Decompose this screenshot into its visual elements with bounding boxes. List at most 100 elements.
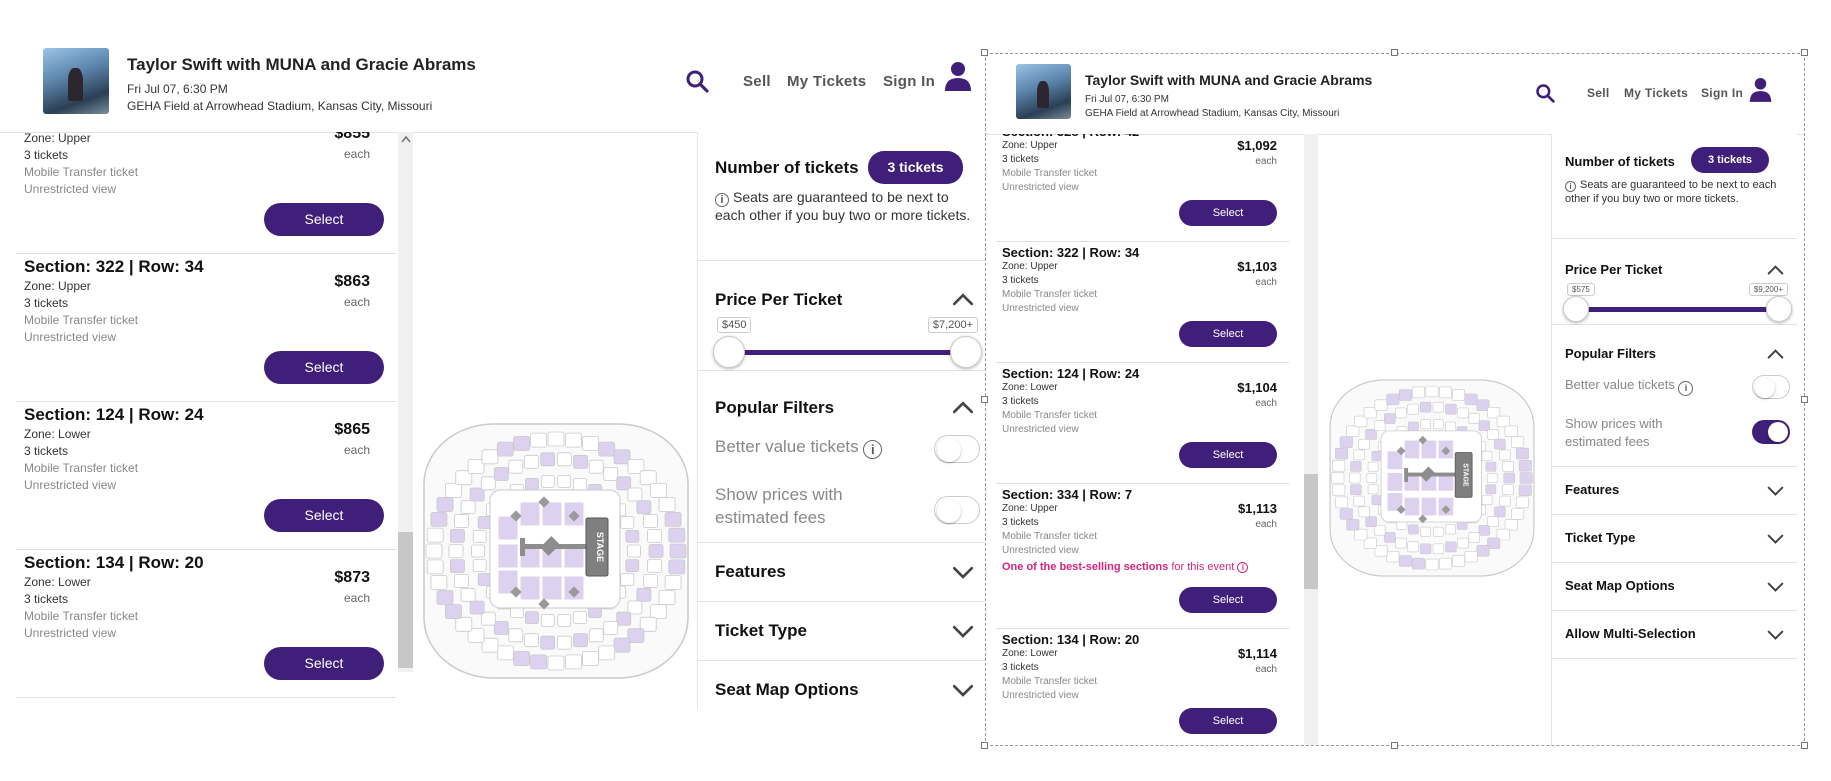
map-section[interactable] [547, 655, 565, 671]
map-section[interactable] [1425, 385, 1439, 398]
map-section[interactable] [1374, 399, 1388, 411]
map-section[interactable] [1331, 472, 1345, 484]
map-section[interactable] [455, 616, 473, 632]
map-section[interactable] [636, 500, 652, 515]
map-section[interactable] [1420, 419, 1431, 430]
map-section[interactable] [477, 516, 492, 529]
map-section[interactable] [469, 487, 485, 502]
map-section[interactable] [616, 476, 632, 491]
map-section[interactable] [513, 651, 530, 666]
map-section[interactable] [1395, 537, 1407, 549]
select-button[interactable]: Select [264, 351, 384, 384]
map-section[interactable] [547, 431, 565, 447]
map-section[interactable] [1445, 421, 1456, 432]
map-section[interactable] [1511, 508, 1525, 520]
ticket-type-section[interactable]: Ticket Type [1552, 514, 1797, 563]
resize-handle[interactable] [981, 396, 988, 403]
map-section[interactable] [425, 543, 443, 559]
show-fees-toggle[interactable] [934, 496, 980, 524]
map-section[interactable] [1499, 449, 1511, 461]
map-section[interactable] [472, 530, 487, 543]
map-section[interactable] [648, 544, 664, 558]
map-section[interactable] [1438, 557, 1452, 570]
map-section[interactable] [541, 575, 563, 601]
map-section[interactable] [1407, 403, 1419, 415]
chevron-up-icon[interactable] [952, 293, 974, 306]
map-section[interactable] [1412, 386, 1426, 399]
map-section[interactable] [1403, 496, 1421, 517]
map-section[interactable] [668, 527, 686, 543]
scroll-thumb[interactable] [398, 532, 413, 668]
map-section[interactable] [613, 637, 631, 653]
map-section[interactable] [664, 512, 682, 527]
sign-in-link[interactable]: Sign In [883, 73, 935, 90]
features-section[interactable]: Features [698, 542, 990, 602]
select-button[interactable]: Select [1179, 442, 1277, 468]
map-section[interactable] [1468, 532, 1480, 543]
map-section[interactable] [1339, 436, 1353, 448]
map-section[interactable] [1504, 519, 1518, 531]
resize-handle[interactable] [1391, 742, 1398, 749]
allow-multi-selection-section[interactable]: Allow Multi-Selection [1552, 610, 1797, 659]
map-section[interactable] [530, 654, 547, 670]
map-section[interactable] [1494, 438, 1506, 450]
map-section[interactable] [513, 436, 530, 451]
map-section[interactable] [1358, 438, 1370, 450]
map-section[interactable] [1432, 401, 1445, 413]
map-section[interactable] [557, 475, 572, 488]
map-section[interactable] [1485, 461, 1497, 472]
map-section[interactable] [1433, 419, 1444, 430]
map-section[interactable] [525, 478, 539, 491]
map-section[interactable] [449, 559, 465, 574]
map-section[interactable] [524, 454, 539, 469]
ticket-count-pill[interactable]: 3 tickets [1691, 147, 1769, 173]
map-section[interactable] [627, 487, 643, 502]
map-section[interactable] [525, 611, 539, 625]
map-section[interactable] [1395, 407, 1407, 419]
map-section[interactable] [449, 529, 465, 543]
map-section[interactable] [1515, 496, 1529, 509]
map-section[interactable] [1339, 508, 1353, 520]
scroll-up-icon[interactable] [401, 135, 411, 143]
map-section[interactable] [1478, 420, 1490, 432]
resize-handle[interactable] [981, 49, 988, 56]
seat-map-options-section[interactable]: Seat Map Options [1552, 562, 1797, 611]
map-section[interactable] [519, 501, 541, 527]
map-section[interactable] [573, 478, 588, 491]
map-section[interactable] [1332, 460, 1346, 472]
map-section[interactable] [1457, 537, 1469, 549]
map-section[interactable] [1511, 436, 1525, 448]
map-section[interactable] [493, 467, 509, 481]
map-section[interactable] [1494, 506, 1506, 518]
map-section[interactable] [1398, 389, 1412, 401]
map-section[interactable] [1354, 528, 1368, 541]
map-section[interactable] [1432, 543, 1445, 555]
chevron-down-icon[interactable] [1767, 486, 1784, 496]
map-section[interactable] [1353, 495, 1365, 507]
map-section[interactable] [588, 459, 604, 474]
map-section[interactable] [616, 611, 632, 626]
show-fees-toggle[interactable] [1752, 420, 1790, 444]
map-section[interactable] [1403, 439, 1421, 460]
map-section[interactable] [1502, 461, 1514, 472]
map-section[interactable] [530, 432, 547, 448]
map-section[interactable] [1386, 393, 1400, 406]
scrollbar[interactable] [398, 132, 413, 672]
scrollbar[interactable] [1304, 134, 1318, 745]
map-section[interactable] [556, 635, 572, 650]
map-section[interactable] [1353, 449, 1365, 461]
map-section[interactable] [1408, 421, 1419, 432]
map-section[interactable] [1445, 541, 1457, 553]
map-section[interactable] [627, 600, 643, 615]
map-section[interactable] [1332, 484, 1346, 496]
my-tickets-link[interactable]: My Tickets [1624, 86, 1688, 100]
map-section[interactable] [573, 454, 588, 469]
map-section[interactable] [1504, 425, 1518, 437]
map-section[interactable] [1398, 555, 1412, 567]
map-section[interactable] [1335, 447, 1349, 460]
map-section[interactable] [1407, 541, 1419, 553]
info-icon[interactable]: i [863, 440, 883, 459]
map-section[interactable] [1433, 526, 1444, 537]
map-section[interactable] [1374, 420, 1386, 432]
map-section[interactable] [519, 575, 541, 601]
